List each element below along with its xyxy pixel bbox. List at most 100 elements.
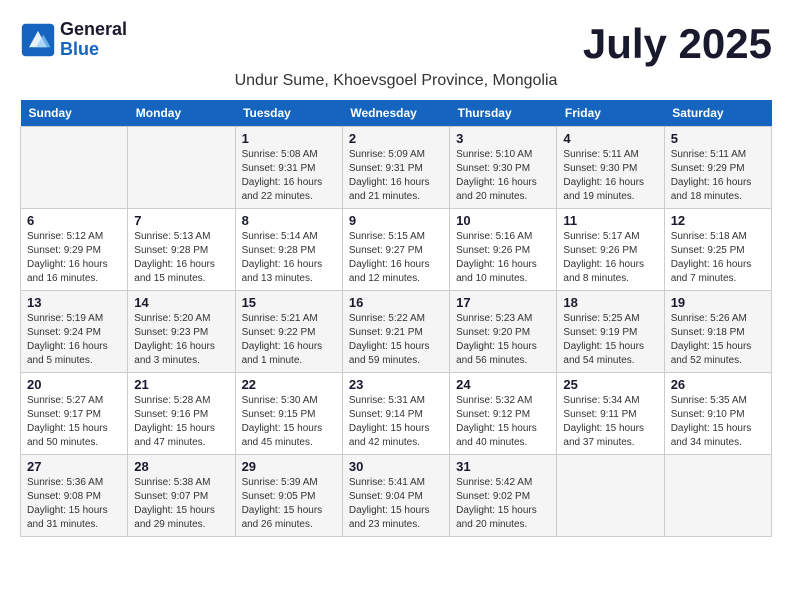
calendar-week-row: 1 Sunrise: 5:08 AM Sunset: 9:31 PM Daylig…: [21, 127, 772, 209]
day-info: Sunrise: 5:34 AM Sunset: 9:11 PM Dayligh…: [563, 394, 657, 450]
calendar-week-row: 20 Sunrise: 5:27 AM Sunset: 9:17 PM Dayli…: [21, 373, 772, 455]
day-info: Sunrise: 5:09 AM Sunset: 9:31 PM Dayligh…: [349, 148, 443, 204]
weekday-header: Wednesday: [342, 100, 449, 127]
calendar-cell: 20 Sunrise: 5:27 AM Sunset: 9:17 PM Dayli…: [21, 373, 128, 455]
day-info: Sunrise: 5:25 AM Sunset: 9:19 PM Dayligh…: [563, 312, 657, 368]
day-number: 28: [134, 459, 228, 474]
weekday-header: Saturday: [664, 100, 771, 127]
calendar-cell: [557, 455, 664, 537]
day-info: Sunrise: 5:08 AM Sunset: 9:31 PM Dayligh…: [242, 148, 336, 204]
calendar-cell: 21 Sunrise: 5:28 AM Sunset: 9:16 PM Dayli…: [128, 373, 235, 455]
calendar-cell: 26Sunrise: 5:35 AM Sunset: 9:10 PM Dayli…: [664, 373, 771, 455]
day-info: Sunrise: 5:26 AM Sunset: 9:18 PM Dayligh…: [671, 312, 765, 368]
day-number: 13: [27, 295, 121, 310]
weekday-header: Sunday: [21, 100, 128, 127]
day-info: Sunrise: 5:19 AM Sunset: 9:24 PM Dayligh…: [27, 312, 121, 368]
day-number: 25: [563, 377, 657, 392]
logo-line1: General: [60, 20, 127, 40]
day-info: Sunrise: 5:11 AM Sunset: 9:29 PM Dayligh…: [671, 148, 765, 204]
calendar-cell: 5 Sunrise: 5:11 AM Sunset: 9:29 PM Daylig…: [664, 127, 771, 209]
day-number: 20: [27, 377, 121, 392]
day-info: Sunrise: 5:12 AM Sunset: 9:29 PM Dayligh…: [27, 230, 121, 286]
day-info: Sunrise: 5:16 AM Sunset: 9:26 PM Dayligh…: [456, 230, 550, 286]
weekday-header-row: SundayMondayTuesdayWednesdayThursdayFrid…: [21, 100, 772, 127]
day-info: Sunrise: 5:32 AM Sunset: 9:12 PM Dayligh…: [456, 394, 550, 450]
subtitle: Undur Sume, Khoevsgoel Province, Mongoli…: [20, 72, 772, 90]
day-number: 14: [134, 295, 228, 310]
day-number: 8: [242, 213, 336, 228]
weekday-header: Tuesday: [235, 100, 342, 127]
day-number: 29: [242, 459, 336, 474]
day-info: Sunrise: 5:38 AM Sunset: 9:07 PM Dayligh…: [134, 476, 228, 532]
calendar-cell: 15 Sunrise: 5:21 AM Sunset: 9:22 PM Dayli…: [235, 291, 342, 373]
calendar-cell: 9Sunrise: 5:15 AM Sunset: 9:27 PM Daylig…: [342, 209, 449, 291]
calendar-cell: 17 Sunrise: 5:23 AM Sunset: 9:20 PM Dayli…: [450, 291, 557, 373]
calendar-week-row: 6 Sunrise: 5:12 AM Sunset: 9:29 PM Daylig…: [21, 209, 772, 291]
logo-line2: Blue: [60, 40, 127, 60]
calendar-cell: 30 Sunrise: 5:41 AM Sunset: 9:04 PM Dayli…: [342, 455, 449, 537]
day-number: 15: [242, 295, 336, 310]
calendar-cell: 22 Sunrise: 5:30 AM Sunset: 9:15 PM Dayli…: [235, 373, 342, 455]
calendar-cell: 23 Sunrise: 5:31 AM Sunset: 9:14 PM Dayli…: [342, 373, 449, 455]
calendar-cell: 2Sunrise: 5:09 AM Sunset: 9:31 PM Daylig…: [342, 127, 449, 209]
calendar-cell: 8 Sunrise: 5:14 AM Sunset: 9:28 PM Daylig…: [235, 209, 342, 291]
day-info: Sunrise: 5:27 AM Sunset: 9:17 PM Dayligh…: [27, 394, 121, 450]
day-info: Sunrise: 5:14 AM Sunset: 9:28 PM Dayligh…: [242, 230, 336, 286]
calendar-cell: [21, 127, 128, 209]
calendar-cell: 13 Sunrise: 5:19 AM Sunset: 9:24 PM Dayli…: [21, 291, 128, 373]
weekday-header: Thursday: [450, 100, 557, 127]
day-info: Sunrise: 5:39 AM Sunset: 9:05 PM Dayligh…: [242, 476, 336, 532]
day-number: 3: [456, 131, 550, 146]
day-info: Sunrise: 5:11 AM Sunset: 9:30 PM Dayligh…: [563, 148, 657, 204]
calendar-cell: 28 Sunrise: 5:38 AM Sunset: 9:07 PM Dayli…: [128, 455, 235, 537]
calendar-cell: 1 Sunrise: 5:08 AM Sunset: 9:31 PM Daylig…: [235, 127, 342, 209]
day-number: 22: [242, 377, 336, 392]
day-number: 17: [456, 295, 550, 310]
day-number: 23: [349, 377, 443, 392]
calendar-cell: 25 Sunrise: 5:34 AM Sunset: 9:11 PM Dayli…: [557, 373, 664, 455]
day-number: 11: [563, 213, 657, 228]
calendar-cell: 31Sunrise: 5:42 AM Sunset: 9:02 PM Dayli…: [450, 455, 557, 537]
day-info: Sunrise: 5:20 AM Sunset: 9:23 PM Dayligh…: [134, 312, 228, 368]
day-number: 6: [27, 213, 121, 228]
calendar-cell: 18Sunrise: 5:25 AM Sunset: 9:19 PM Dayli…: [557, 291, 664, 373]
calendar-cell: 27 Sunrise: 5:36 AM Sunset: 9:08 PM Dayli…: [21, 455, 128, 537]
weekday-header: Monday: [128, 100, 235, 127]
calendar-cell: 19 Sunrise: 5:26 AM Sunset: 9:18 PM Dayli…: [664, 291, 771, 373]
day-info: Sunrise: 5:22 AM Sunset: 9:21 PM Dayligh…: [349, 312, 443, 368]
calendar-table: SundayMondayTuesdayWednesdayThursdayFrid…: [20, 100, 772, 537]
day-info: Sunrise: 5:30 AM Sunset: 9:15 PM Dayligh…: [242, 394, 336, 450]
day-info: Sunrise: 5:28 AM Sunset: 9:16 PM Dayligh…: [134, 394, 228, 450]
day-info: Sunrise: 5:35 AM Sunset: 9:10 PM Dayligh…: [671, 394, 765, 450]
day-info: Sunrise: 5:41 AM Sunset: 9:04 PM Dayligh…: [349, 476, 443, 532]
day-info: Sunrise: 5:18 AM Sunset: 9:25 PM Dayligh…: [671, 230, 765, 286]
calendar-cell: 7 Sunrise: 5:13 AM Sunset: 9:28 PM Daylig…: [128, 209, 235, 291]
day-number: 12: [671, 213, 765, 228]
calendar-week-row: 27 Sunrise: 5:36 AM Sunset: 9:08 PM Dayli…: [21, 455, 772, 537]
calendar-cell: 4Sunrise: 5:11 AM Sunset: 9:30 PM Daylig…: [557, 127, 664, 209]
day-info: Sunrise: 5:36 AM Sunset: 9:08 PM Dayligh…: [27, 476, 121, 532]
calendar-cell: 16Sunrise: 5:22 AM Sunset: 9:21 PM Dayli…: [342, 291, 449, 373]
day-info: Sunrise: 5:15 AM Sunset: 9:27 PM Dayligh…: [349, 230, 443, 286]
day-info: Sunrise: 5:42 AM Sunset: 9:02 PM Dayligh…: [456, 476, 550, 532]
day-number: 30: [349, 459, 443, 474]
calendar-cell: 11Sunrise: 5:17 AM Sunset: 9:26 PM Dayli…: [557, 209, 664, 291]
day-number: 10: [456, 213, 550, 228]
weekday-header: Friday: [557, 100, 664, 127]
day-number: 21: [134, 377, 228, 392]
day-info: Sunrise: 5:21 AM Sunset: 9:22 PM Dayligh…: [242, 312, 336, 368]
day-info: Sunrise: 5:23 AM Sunset: 9:20 PM Dayligh…: [456, 312, 550, 368]
day-info: Sunrise: 5:31 AM Sunset: 9:14 PM Dayligh…: [349, 394, 443, 450]
calendar-cell: [664, 455, 771, 537]
logo-icon: [20, 22, 56, 58]
day-info: Sunrise: 5:10 AM Sunset: 9:30 PM Dayligh…: [456, 148, 550, 204]
calendar-cell: 24Sunrise: 5:32 AM Sunset: 9:12 PM Dayli…: [450, 373, 557, 455]
day-number: 5: [671, 131, 765, 146]
calendar-cell: 12 Sunrise: 5:18 AM Sunset: 9:25 PM Dayli…: [664, 209, 771, 291]
logo: General Blue: [20, 20, 127, 60]
day-number: 7: [134, 213, 228, 228]
day-number: 1: [242, 131, 336, 146]
day-number: 27: [27, 459, 121, 474]
day-info: Sunrise: 5:13 AM Sunset: 9:28 PM Dayligh…: [134, 230, 228, 286]
day-number: 19: [671, 295, 765, 310]
